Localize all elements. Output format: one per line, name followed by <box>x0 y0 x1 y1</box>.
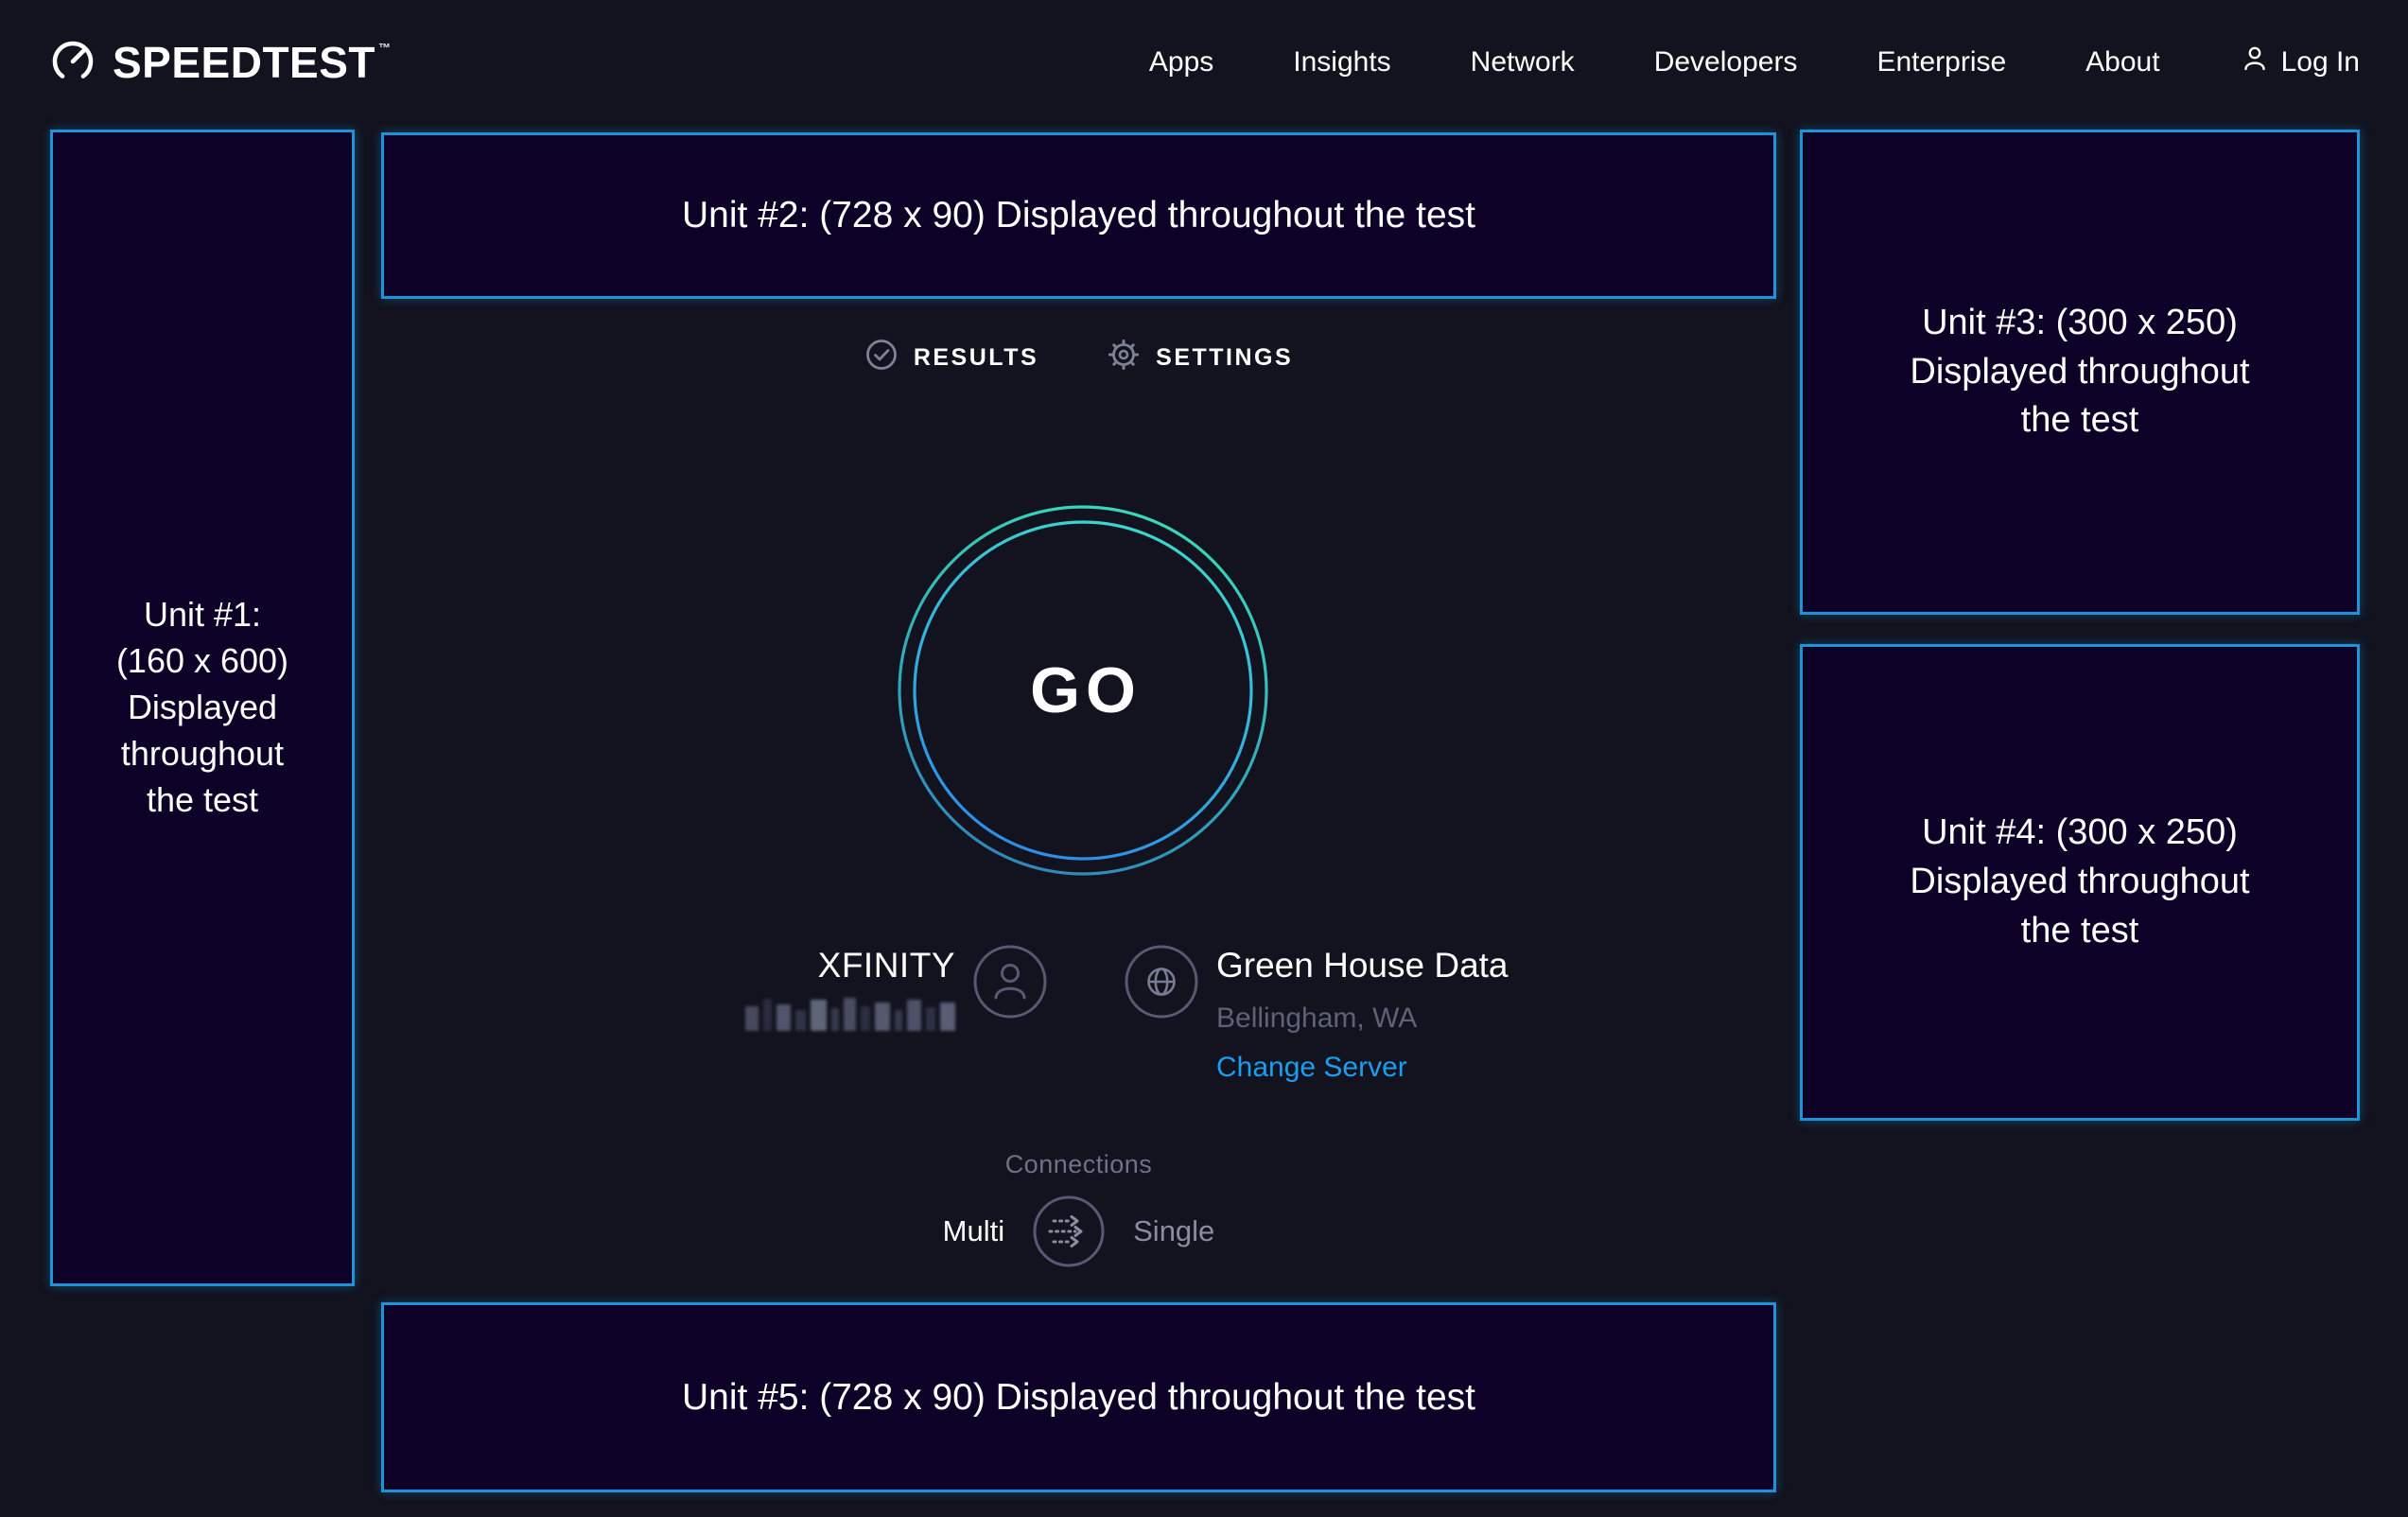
ad-unit-4-rectangle: Unit #4: (300 x 250) Displayed throughou… <box>1800 644 2360 1121</box>
login-label: Log In <box>2281 46 2360 78</box>
speedtest-logo[interactable]: SPEEDTEST™ <box>48 36 392 90</box>
nav-item-enterprise[interactable]: Enterprise <box>1876 46 2006 78</box>
tab-settings-label: SETTINGS <box>1156 344 1293 372</box>
isp-name: XFINITY <box>709 946 955 985</box>
trademark-mark: ™ <box>378 42 392 54</box>
nav-menu: Apps Insights Network Developers Enterpr… <box>1149 46 2160 78</box>
redacted-ip-address <box>745 997 955 1031</box>
connections-label: Connections <box>381 1150 1776 1179</box>
speedtest-page: SPEEDTEST™ Apps Insights Network Develop… <box>0 0 2408 1517</box>
connections-multi-option[interactable]: Multi <box>943 1214 1004 1248</box>
tab-results-label: RESULTS <box>914 344 1038 372</box>
connections-toggle-button[interactable] <box>1031 1194 1107 1269</box>
nav-item-about[interactable]: About <box>2085 46 2159 78</box>
top-nav: SPEEDTEST™ Apps Insights Network Develop… <box>48 0 2360 125</box>
ad-unit-5-leaderboard: Unit #5: (728 x 90) Displayed throughout… <box>381 1302 1776 1492</box>
nav-item-network[interactable]: Network <box>1471 46 1575 78</box>
login-button[interactable]: Log In <box>2240 44 2360 81</box>
logo-wordmark: SPEEDTEST™ <box>113 38 392 87</box>
nav-item-insights[interactable]: Insights <box>1293 46 1390 78</box>
ad-unit-3-rectangle: Unit #3: (300 x 250) Displayed throughou… <box>1800 130 2360 615</box>
speedometer-gauge-icon <box>48 36 97 90</box>
globe-icon <box>1124 944 1199 1020</box>
go-button[interactable]: GO <box>896 503 1270 878</box>
user-silhouette-icon <box>2240 44 2270 81</box>
go-label: GO <box>896 503 1270 878</box>
check-circle-icon <box>864 338 899 378</box>
nav-item-apps[interactable]: Apps <box>1149 46 1213 78</box>
server-name: Green House Data <box>1216 946 1509 985</box>
tabs-row: RESULTS SETTINGS <box>381 338 1776 378</box>
connections-single-option[interactable]: Single <box>1133 1214 1214 1248</box>
connections-row: Multi Single <box>381 1194 1776 1269</box>
user-avatar-icon <box>972 944 1048 1020</box>
server-location: Bellingham, WA <box>1216 1003 1417 1035</box>
ad-unit-2-leaderboard: Unit #2: (728 x 90) Displayed throughout… <box>381 132 1776 299</box>
change-server-link[interactable]: Change Server <box>1216 1052 1407 1084</box>
ad-unit-1-skyscraper: Unit #1: (160 x 600) Displayed throughou… <box>50 130 355 1286</box>
tab-results[interactable]: RESULTS <box>864 338 1038 378</box>
tab-settings[interactable]: SETTINGS <box>1107 338 1293 378</box>
nav-item-developers[interactable]: Developers <box>1654 46 1798 78</box>
gear-icon <box>1107 338 1141 378</box>
